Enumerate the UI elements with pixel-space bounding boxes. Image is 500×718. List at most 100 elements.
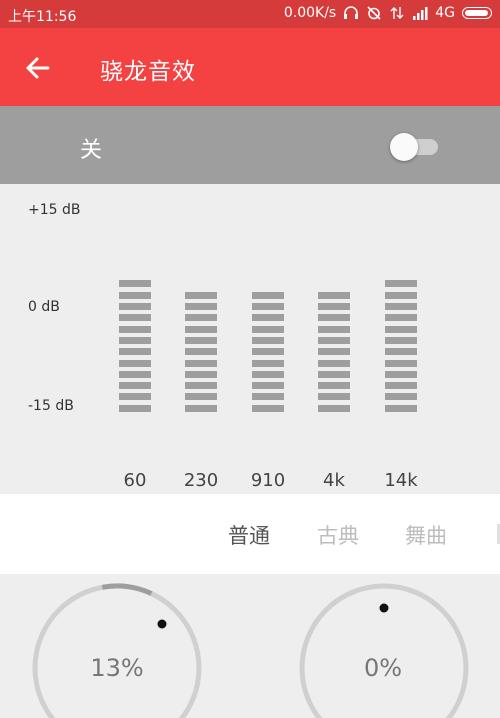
knob-progress-arc bbox=[101, 583, 153, 596]
eq-segment bbox=[185, 314, 217, 322]
eq-segment bbox=[318, 382, 350, 390]
eq-segment bbox=[385, 325, 417, 333]
freq-label-14k: 14k bbox=[384, 470, 418, 491]
eq-segment bbox=[385, 336, 417, 344]
eq-segment bbox=[385, 370, 417, 378]
page-title: 骁龙音效 bbox=[100, 59, 196, 85]
freq-label-4k: 4k bbox=[323, 470, 345, 491]
eq-band-60[interactable] bbox=[119, 184, 151, 424]
eq-segment bbox=[185, 370, 217, 378]
eq-segment bbox=[119, 348, 151, 356]
alarm-off-icon bbox=[367, 6, 381, 20]
freq-label-910: 910 bbox=[250, 470, 286, 491]
db-label-zero: 0 dB bbox=[28, 299, 60, 315]
eq-segment bbox=[252, 370, 284, 378]
eq-segment bbox=[185, 393, 217, 401]
eq-segment bbox=[385, 314, 417, 322]
freq-label-230: 230 bbox=[183, 470, 219, 491]
eq-segment bbox=[385, 404, 417, 412]
eq-segment bbox=[185, 336, 217, 344]
eq-band-14k[interactable] bbox=[385, 184, 417, 424]
eq-band-230[interactable] bbox=[185, 184, 217, 424]
eq-segment bbox=[119, 303, 151, 310]
eq-segment bbox=[318, 370, 350, 378]
eq-segment bbox=[119, 314, 151, 322]
effect-switch[interactable] bbox=[390, 133, 440, 161]
network-type: 4G bbox=[435, 5, 455, 21]
eq-segment bbox=[385, 348, 417, 356]
eq-segment bbox=[252, 348, 284, 356]
eq-segment bbox=[385, 359, 417, 367]
virtualizer-value: 0% bbox=[363, 654, 403, 682]
eq-segment bbox=[185, 291, 217, 299]
eq-segment bbox=[385, 382, 417, 390]
status-right: 0.00K/s 4G bbox=[284, 5, 492, 21]
eq-segment bbox=[119, 325, 151, 333]
eq-segment bbox=[252, 404, 284, 412]
preset-classical[interactable]: 古典 bbox=[317, 520, 359, 550]
db-label-min: -15 dB bbox=[28, 398, 74, 414]
eq-segment bbox=[119, 359, 151, 367]
virtualizer-knob[interactable] bbox=[295, 578, 475, 718]
eq-segment bbox=[318, 393, 350, 401]
db-label-max: +15 dB bbox=[28, 202, 81, 218]
knob-indicator bbox=[379, 603, 389, 613]
eq-segment bbox=[318, 348, 350, 356]
eq-segment bbox=[385, 303, 417, 310]
eq-segment bbox=[119, 291, 151, 299]
preset-bar: 普通 古典 舞曲 bbox=[0, 494, 500, 574]
preset-normal[interactable]: 普通 bbox=[228, 520, 270, 550]
bass-boost-value: 13% bbox=[90, 654, 144, 682]
eq-segment bbox=[119, 382, 151, 390]
eq-segment bbox=[185, 404, 217, 412]
eq-segment bbox=[119, 336, 151, 344]
eq-segment bbox=[185, 348, 217, 356]
knob-indicator bbox=[157, 619, 167, 629]
eq-segment bbox=[318, 291, 350, 299]
eq-segment bbox=[318, 336, 350, 344]
eq-band-910[interactable] bbox=[252, 184, 284, 424]
knob-track bbox=[32, 583, 202, 718]
eq-segment bbox=[252, 336, 284, 344]
signal-icon bbox=[413, 7, 428, 20]
eq-segment bbox=[252, 291, 284, 299]
eq-segment bbox=[385, 291, 417, 299]
equalizer-panel: +15 dB 0 dB -15 dB 60 230 910 4k 14k bbox=[0, 184, 500, 494]
data-arrows-icon bbox=[390, 7, 404, 19]
eq-segment bbox=[318, 404, 350, 412]
eq-segment bbox=[385, 280, 417, 288]
battery-icon bbox=[462, 7, 492, 19]
eq-segment bbox=[252, 382, 284, 390]
eq-segment bbox=[318, 303, 350, 310]
eq-segment bbox=[318, 359, 350, 367]
eq-segment bbox=[252, 303, 284, 310]
headphones-icon bbox=[344, 6, 359, 19]
eq-segment bbox=[185, 359, 217, 367]
eq-segment bbox=[318, 325, 350, 333]
eq-segment bbox=[252, 314, 284, 322]
eq-segment bbox=[185, 325, 217, 333]
eq-segment bbox=[119, 404, 151, 412]
eq-segment bbox=[185, 382, 217, 390]
eq-segment bbox=[385, 393, 417, 401]
net-speed: 0.00K/s bbox=[283, 5, 337, 21]
freq-label-60: 60 bbox=[123, 470, 147, 491]
arrow-left-icon[interactable] bbox=[22, 52, 54, 84]
eq-segment bbox=[119, 370, 151, 378]
toggle-label: 关 bbox=[80, 138, 103, 163]
eq-segment bbox=[119, 393, 151, 401]
eq-segment bbox=[318, 314, 350, 322]
eq-segment bbox=[252, 359, 284, 367]
eq-segment bbox=[119, 280, 151, 288]
knob-panel: 13% 0% bbox=[0, 574, 500, 718]
status-time: 上午11:56 bbox=[8, 9, 77, 25]
bass-boost-knob[interactable] bbox=[28, 578, 208, 718]
eq-segment bbox=[252, 393, 284, 401]
eq-segment bbox=[252, 325, 284, 333]
preset-dance[interactable]: 舞曲 bbox=[405, 520, 447, 550]
eq-segment bbox=[185, 303, 217, 310]
switch-thumb bbox=[390, 133, 418, 161]
eq-band-4k[interactable] bbox=[318, 184, 350, 424]
app-bar: 骁龙音效 bbox=[0, 28, 500, 106]
status-bar: 上午11:56 0.00K/s 4G bbox=[0, 0, 500, 28]
